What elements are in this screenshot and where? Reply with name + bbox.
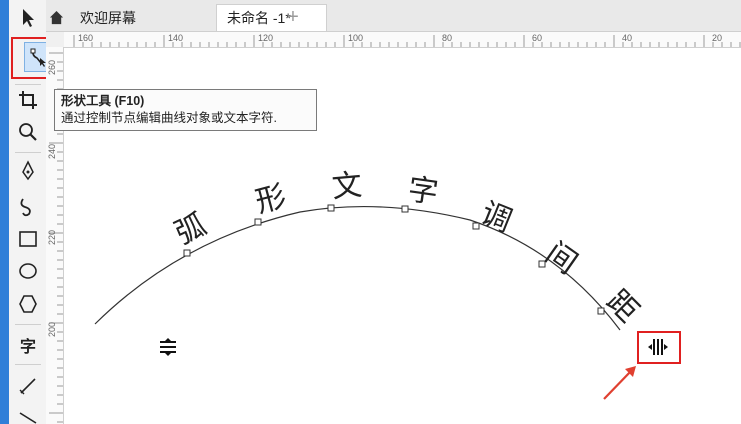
ruler-label: 200 (47, 321, 57, 337)
shape-tool-tooltip: 形状工具 (F10) 通过控制节点编辑曲线对象或文本字符. (54, 89, 317, 131)
home-tab[interactable] (46, 4, 66, 31)
freehand-tool-button[interactable] (14, 157, 42, 185)
pick-tool-button[interactable] (14, 4, 42, 32)
add-tab-button[interactable]: + (282, 6, 304, 28)
ruler-label: 100 (348, 33, 364, 43)
magnifier-icon (19, 123, 37, 141)
diagonal-line-icon (19, 378, 36, 395)
toolbox-separator (15, 364, 41, 365)
zoom-tool-button[interactable] (14, 118, 42, 146)
connector-tool-button[interactable] (14, 402, 42, 424)
ruler-label: 260 (47, 59, 57, 75)
ruler-label: 20 (712, 33, 723, 43)
toolbox-separator (15, 324, 41, 325)
polygon-tool-button[interactable] (14, 290, 42, 318)
curve-character[interactable]: 字 (406, 172, 441, 211)
text-tool-label: 字 (19, 337, 36, 356)
ruler-label: 80 (442, 33, 453, 43)
toolbox-separator (15, 152, 41, 153)
tooltip-title: 形状工具 (F10) (61, 94, 145, 108)
connector-icon (19, 412, 37, 424)
ruler-label: 120 (258, 33, 274, 43)
pen-nib-icon (22, 160, 34, 181)
tab-untitled-document[interactable]: 未命名 -1* (216, 4, 327, 31)
ruler-label: 240 (47, 143, 57, 159)
rectangle-tool-button[interactable] (14, 225, 42, 253)
crop-icon (19, 91, 37, 109)
ruler-label: 40 (622, 33, 633, 43)
toolbox-separator (15, 84, 41, 85)
ellipse-icon (19, 263, 37, 279)
document-tab-bar: 欢迎屏幕 未命名 -1* + (46, 0, 741, 32)
character-spacing-handle-icon[interactable] (648, 337, 668, 357)
left-edge-strip (0, 0, 9, 424)
tooltip-description: 通过控制节点编辑曲线对象或文本字符. (61, 111, 277, 125)
ellipse-tool-button[interactable] (14, 257, 42, 285)
crop-tool-button[interactable] (14, 86, 42, 114)
tab-welcome-screen[interactable]: 欢迎屏幕 (70, 4, 215, 31)
parallel-dimension-tool-button[interactable] (14, 372, 42, 400)
plus-icon: + (287, 5, 299, 28)
pick-arrow-icon (23, 9, 34, 27)
line-spacing-handle-icon[interactable] (158, 338, 178, 356)
artistic-media-tool-button[interactable] (14, 192, 42, 220)
ruler-label: 220 (47, 229, 57, 245)
curve-s-icon (20, 198, 31, 217)
text-tool-button[interactable]: 字 (14, 331, 42, 359)
curve-character[interactable]: 文 (330, 168, 363, 205)
toolbox: 字 (9, 0, 54, 424)
horizontal-ruler-ticks (73, 35, 741, 47)
ruler-label: 140 (168, 33, 184, 43)
tab-welcome-label: 欢迎屏幕 (80, 9, 136, 26)
ruler-label: 160 (78, 33, 94, 43)
hexagon-icon (19, 295, 37, 313)
ruler-label: 60 (532, 33, 543, 43)
home-icon (49, 10, 63, 25)
coreldraw-window: 字 欢迎屏幕 未命名 -1* + 160 140 120 100 80 60 4… (0, 0, 741, 424)
rectangle-icon (19, 231, 37, 247)
horizontal-ruler[interactable]: 160 140 120 100 80 60 40 20 (64, 32, 741, 48)
